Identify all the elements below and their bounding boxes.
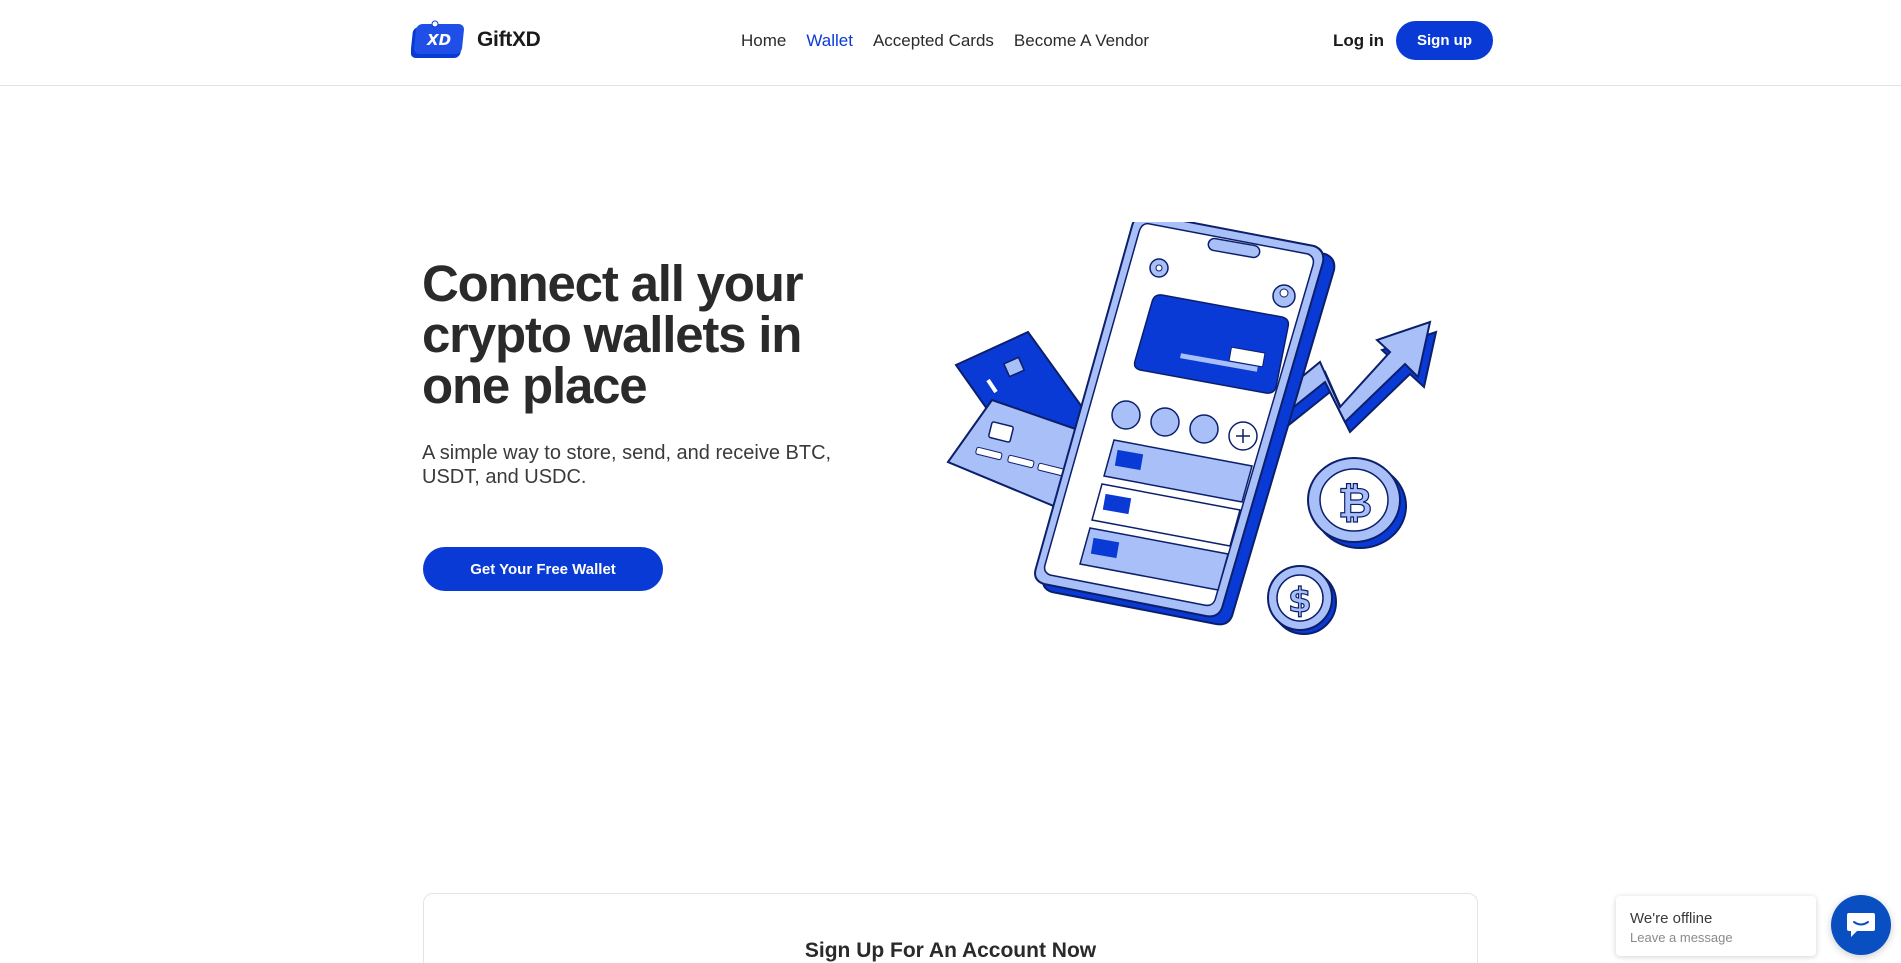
signup-button[interactable]: Sign up [1396,21,1493,60]
signup-section: Sign Up For An Account Now [423,893,1478,963]
nav-wallet[interactable]: Wallet [806,31,853,51]
nav-home[interactable]: Home [741,31,786,51]
chat-icon [1847,913,1875,937]
chat-status-text: We're offline [1630,910,1713,927]
svg-text:$: $ [1288,581,1312,621]
dollar-coin-icon: $ [1267,565,1337,635]
auth-actions: Log in Sign up [1333,21,1493,60]
hero-subtitle: A simple way to store, send, and receive… [422,442,832,488]
login-link[interactable]: Log in [1333,31,1384,51]
phone-icon [1034,222,1336,626]
nav-become-a-vendor[interactable]: Become A Vendor [1014,31,1149,51]
svg-text:XD: XD [426,31,451,49]
nav-accepted-cards[interactable]: Accepted Cards [873,31,994,51]
chat-launcher-button[interactable] [1831,895,1891,955]
get-free-wallet-button[interactable]: Get Your Free Wallet [423,547,663,591]
page: XD GiftXD Home Wallet Accepted Cards Bec… [0,0,1901,963]
chat-hint-text: Leave a message [1630,930,1733,945]
phone-wallet-illustration: ₿ $ [946,222,1438,635]
brand-name: GiftXD [477,28,541,51]
hero-title: Connect all your crypto wallets in one p… [422,255,804,414]
main-nav: Home Wallet Accepted Cards Become A Vend… [741,28,1149,54]
site-header: XD GiftXD Home Wallet Accepted Cards Bec… [0,0,1901,86]
xd-logo-icon: XD [411,20,464,58]
hero-section: Connect all your crypto wallets in one p… [422,258,882,489]
svg-text:₿: ₿ [1338,478,1372,527]
signup-section-title: Sign Up For An Account Now [804,939,1097,962]
chat-status-bubble[interactable]: We're offline Leave a message [1616,896,1816,956]
brand-logo[interactable]: XD GiftXD [411,20,541,60]
bitcoin-coin-icon: ₿ [1307,457,1407,549]
